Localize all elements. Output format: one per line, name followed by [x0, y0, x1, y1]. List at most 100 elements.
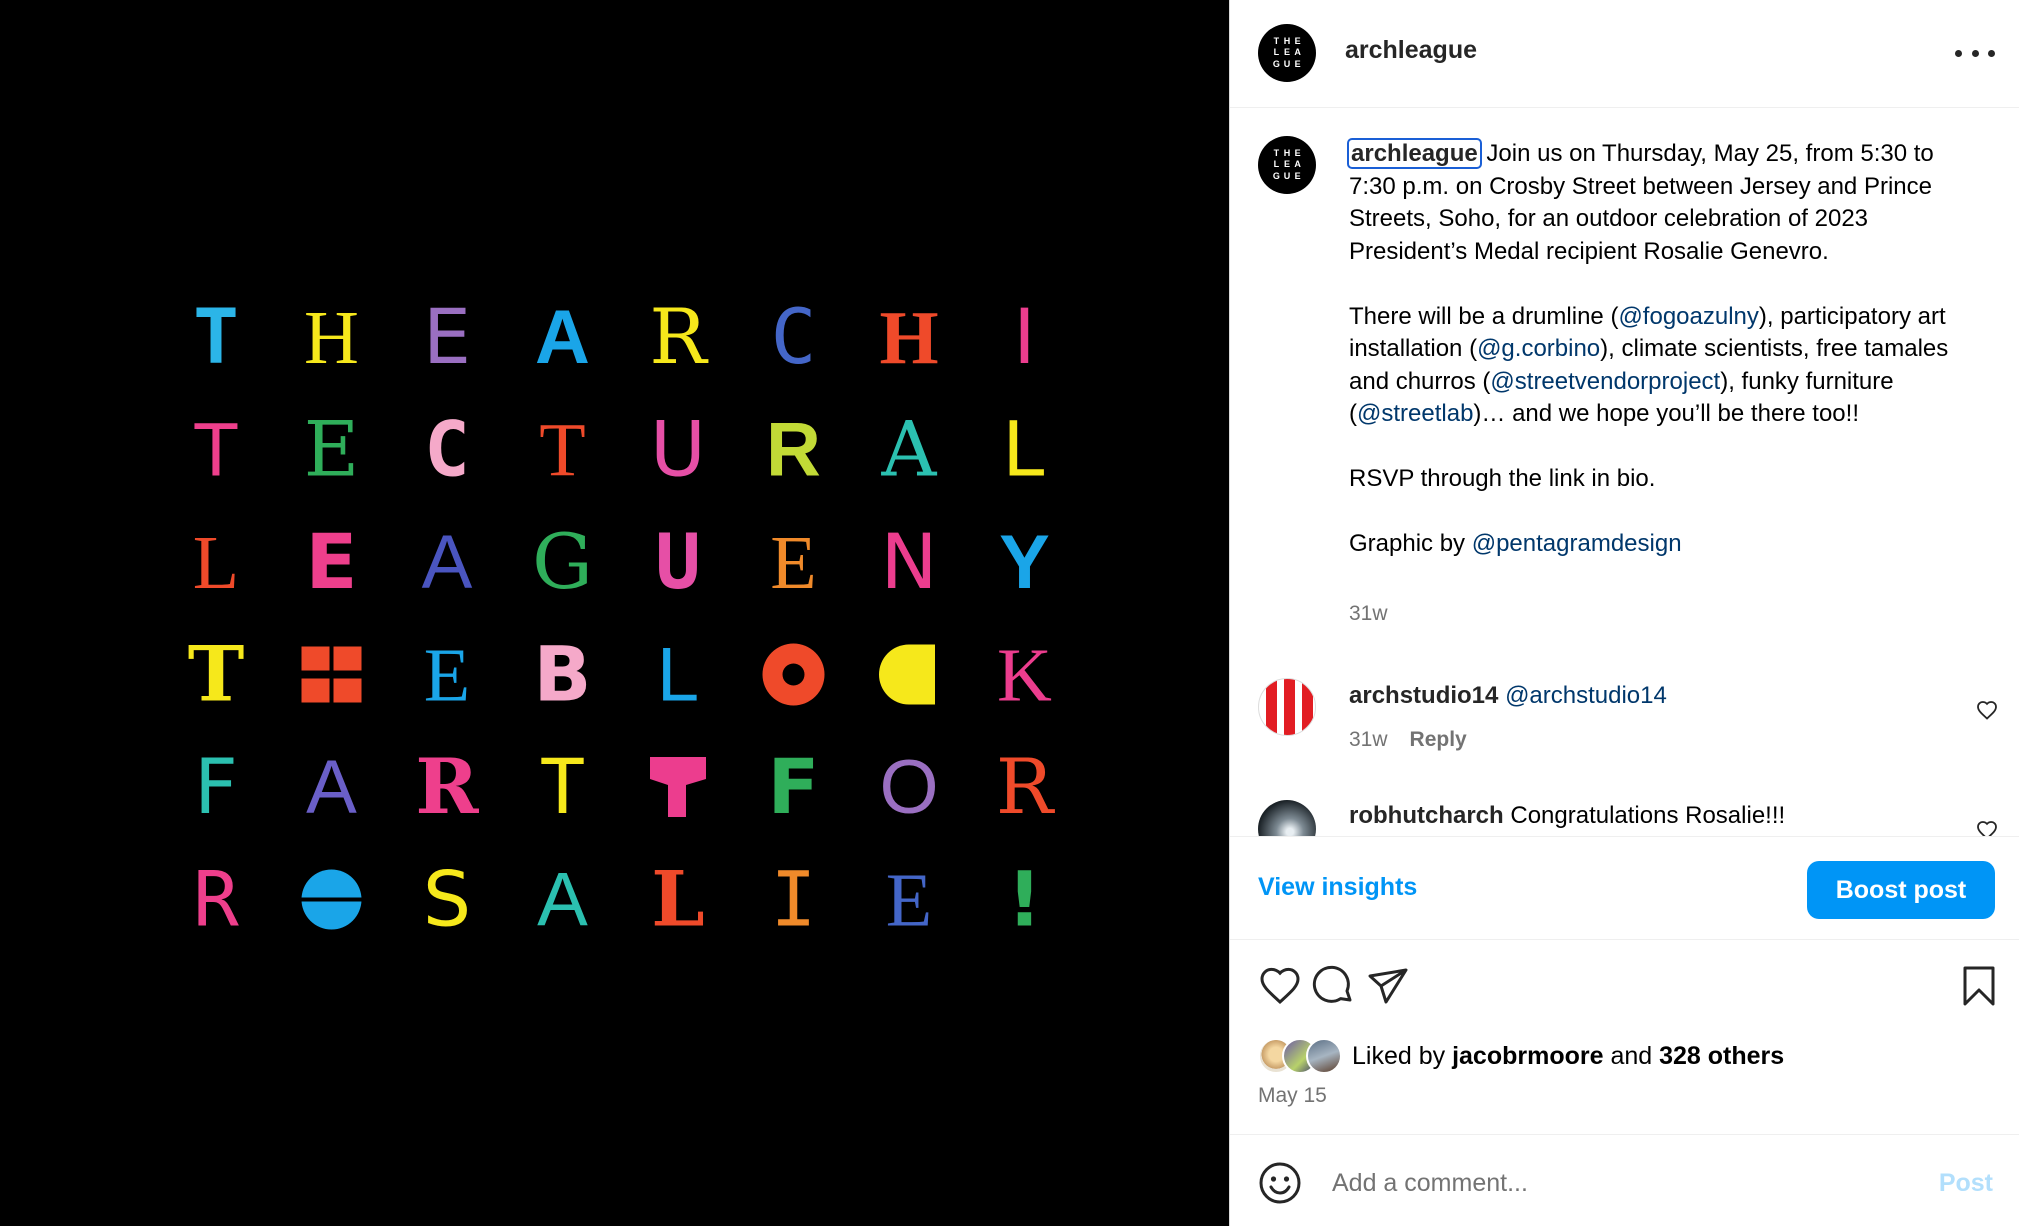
comment-mention[interactable]: @archstudio14 [1505, 682, 1667, 709]
avatar-letter: H [1283, 36, 1291, 46]
artwork-letter: B [534, 630, 592, 719]
letter-grid-artwork: T H E A R C H IT E C T U R A LL E A G U E N YT E B L KF A R T F O RR S A L… [188, 292, 1056, 944]
comment-body: Congratulations Rosalie!!! [1503, 802, 1786, 829]
avatar-letter: T [1273, 148, 1280, 158]
post-side-panel: THELEAGUE archleague THELEAGUE archleagu… [1229, 0, 2019, 1226]
likes-middle: and [1603, 1041, 1660, 1070]
artwork-letter: A [537, 858, 588, 943]
comment-like-icon[interactable] [1975, 818, 1999, 836]
reply-button[interactable]: Reply [1410, 728, 1467, 751]
avatar-letter: G [1272, 170, 1280, 181]
avatar-letter: L [1273, 159, 1280, 170]
artwork-letter: E [770, 521, 816, 605]
artwork-letter: L [657, 633, 699, 718]
artwork-letter: A [881, 405, 938, 494]
comment-username[interactable]: robhutcharch [1349, 802, 1504, 829]
post-header: THELEAGUE archleague [1230, 0, 2019, 108]
artwork-letter: U [650, 405, 706, 494]
artwork-letter: T [193, 408, 239, 493]
insights-row: View insights Boost post [1230, 836, 2019, 940]
view-insights-link[interactable]: View insights [1258, 873, 1417, 902]
artwork-letter: T [539, 409, 585, 493]
artwork-letter: T [193, 292, 239, 381]
artwork-letter: N [881, 517, 938, 606]
caption-avatar[interactable]: THELEAGUE [1258, 136, 1316, 194]
avatar-letter: T [1273, 36, 1280, 46]
commenter-avatar[interactable] [1258, 678, 1316, 736]
artwork-glyph-shape [301, 646, 362, 703]
liker-username[interactable]: jacobrmoore [1452, 1042, 1603, 1070]
avatar-letter: A [1294, 47, 1301, 58]
likes-text: Liked by jacobrmoore and 328 others [1352, 1042, 1784, 1071]
artwork-letter: C [424, 405, 470, 494]
comment-meta: 31w Reply [1349, 728, 1467, 752]
avatar-letter: G [1272, 58, 1280, 69]
artwork-letter: R [766, 408, 821, 493]
post-image[interactable]: THEARCHITECTURALLEAGUENYTEBLKFARTFORRSAL… [0, 0, 1229, 1226]
artwork-glyph-shape [762, 643, 825, 706]
avatar-letter: L [1273, 47, 1280, 58]
avatar-letter: H [1283, 148, 1291, 158]
avatar-letter: E [1283, 159, 1290, 170]
more-icon[interactable] [1955, 38, 1995, 68]
avatar-letter: E [1283, 47, 1290, 58]
avatar-letter: E [1294, 170, 1301, 181]
artwork-letter: R [415, 742, 479, 831]
share-icon[interactable] [1364, 962, 1412, 1010]
avatar-letter: E [1294, 148, 1301, 158]
header-username[interactable]: archleague [1345, 36, 1477, 65]
comment-username[interactable]: archstudio14 [1349, 682, 1498, 709]
emoji-icon[interactable] [1258, 1161, 1302, 1205]
artwork-letter: S [423, 855, 471, 944]
artwork-letter: R [193, 855, 239, 944]
artwork-letter: H [304, 296, 359, 380]
artwork-letter: L [193, 521, 239, 605]
artwork-letter: K [997, 634, 1052, 718]
caption-mention[interactable]: @streetvendorproject [1490, 368, 1720, 395]
comment-input[interactable] [1330, 1157, 1874, 1209]
artwork-letter: C [771, 292, 817, 381]
caption-mention[interactable]: @pentagramdesign [1472, 530, 1682, 557]
artwork-letter: I [771, 855, 817, 944]
caption-segment: Join us on Thursday, May 25, from 5:30 t… [1349, 140, 1934, 330]
commenter-avatar[interactable] [1258, 800, 1316, 836]
avatar-letter: U [1283, 170, 1291, 181]
heart-icon[interactable] [1256, 962, 1304, 1010]
caption-mention[interactable]: @streetlab [1357, 400, 1473, 427]
artwork-letter: T [188, 630, 245, 719]
caption-mention[interactable]: @g.corbino [1477, 335, 1600, 362]
liker-avatar [1306, 1038, 1342, 1074]
action-bar [1230, 958, 2019, 1018]
bookmark-icon[interactable] [1955, 962, 2003, 1010]
comment-text: archstudio14 @archstudio14 [1349, 682, 1667, 710]
comment-icon[interactable] [1310, 962, 1358, 1010]
likes-summary[interactable]: Liked by jacobrmoore and 328 others [1258, 1036, 1784, 1076]
boost-post-button[interactable]: Boost post [1807, 861, 1995, 919]
comment-text: robhutcharch Congratulations Rosalie!!! [1349, 802, 1785, 830]
caption-text: archleague Join us on Thursday, May 25, … [1347, 138, 1979, 561]
post-comment-button[interactable]: Post [1939, 1169, 1993, 1198]
artwork-letter: U [655, 517, 701, 606]
artwork-letter: E [304, 405, 359, 494]
artwork-glyph-shape [301, 869, 362, 930]
artwork-letter: E [306, 517, 358, 606]
likes-others[interactable]: 328 others [1659, 1042, 1784, 1070]
artwork-letter: E [886, 859, 932, 943]
artwork-letter: L [651, 855, 704, 944]
comment-time: 31w [1349, 728, 1388, 751]
artwork-letter: O [879, 745, 938, 830]
post-date[interactable]: May 15 [1258, 1084, 1327, 1108]
artwork-glyph-shape [650, 757, 706, 817]
artwork-letter: A [306, 745, 357, 830]
profile-avatar[interactable]: THELEAGUE [1258, 24, 1316, 82]
comments-section[interactable]: THELEAGUE archleague Join us on Thursday… [1230, 108, 2019, 836]
avatar-letter: E [1294, 36, 1301, 46]
artwork-letter: Y [999, 520, 1050, 605]
artwork-letter: F [194, 742, 238, 831]
caption-username[interactable]: archleague [1347, 138, 1482, 169]
caption-mention[interactable]: @fogoazulny [1618, 303, 1758, 330]
artwork-letter: ! [1007, 855, 1042, 944]
comment-like-icon[interactable] [1975, 698, 1999, 722]
artwork-letter: E [424, 634, 470, 718]
avatar-letter: E [1294, 58, 1301, 69]
